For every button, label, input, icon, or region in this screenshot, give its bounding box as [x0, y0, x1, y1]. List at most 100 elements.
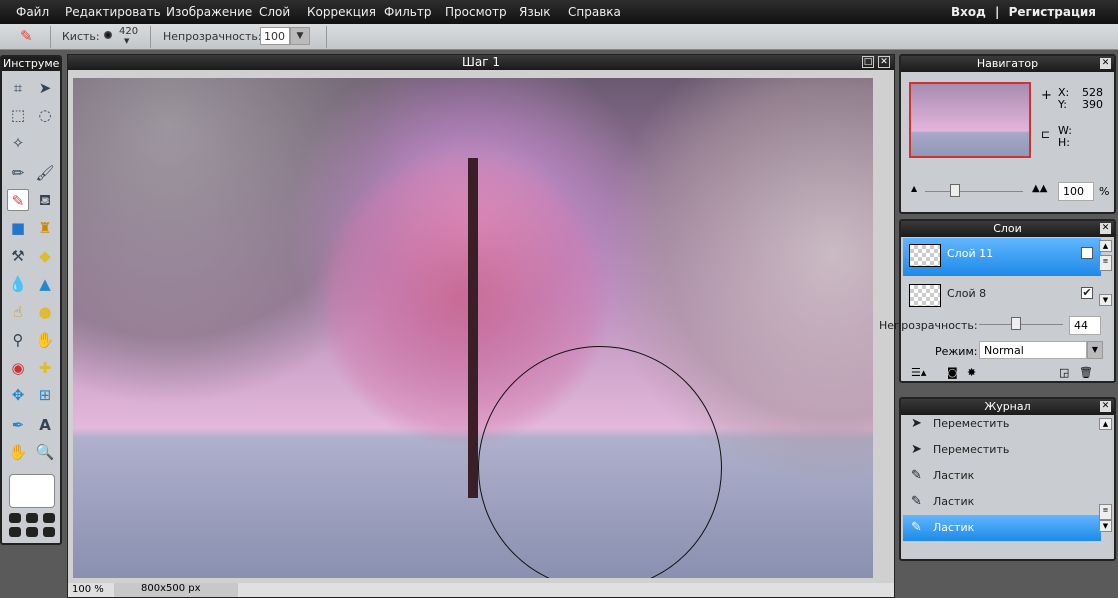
layer-settings-icon[interactable]: ☰▴	[911, 366, 926, 379]
chevron-down-icon[interactable]: ▼	[124, 37, 129, 45]
hand-tool-icon[interactable]: ✋	[7, 441, 29, 463]
image-canvas[interactable]	[73, 78, 873, 578]
menu-edit[interactable]: Редактировать	[65, 5, 161, 19]
swatch-icon[interactable]	[43, 513, 55, 523]
history-item[interactable]: ✎ Ластик	[903, 515, 1101, 541]
layer-row[interactable]: Слой 8 ✔	[903, 278, 1101, 316]
color-swatch[interactable]	[9, 474, 55, 508]
swatch-icon[interactable]	[26, 513, 38, 523]
menu-image[interactable]: Изображение	[166, 5, 252, 19]
history-item[interactable]: ✎ Ластик	[903, 463, 1101, 489]
chevron-down-icon[interactable]: ▼	[1087, 341, 1103, 359]
smudge-tool-icon[interactable]: ☝	[7, 301, 29, 323]
scroll-down-button[interactable]: ▼	[1099, 294, 1112, 306]
zoom-slider[interactable]	[925, 191, 1023, 192]
scroll-up-button[interactable]: ▲	[1099, 418, 1112, 430]
document-window: Шаг 1 □ ✕ 100 % 800x500 px	[67, 54, 895, 598]
close-icon[interactable]: ✕	[878, 56, 890, 68]
menu-help[interactable]: Справка	[568, 5, 621, 19]
close-icon[interactable]: ✕	[1100, 58, 1111, 69]
move-tool-icon[interactable]: ➤	[34, 77, 56, 99]
sharpen-tool-icon[interactable]: ▲	[34, 273, 56, 295]
zoom-out-icon[interactable]: ▲	[911, 184, 917, 193]
menu-file[interactable]: Файл	[16, 5, 49, 19]
opacity-dropdown-button[interactable]: ▼	[290, 27, 310, 45]
close-icon[interactable]: ✕	[1100, 223, 1111, 234]
wand-tool-icon[interactable]: ✧	[7, 132, 29, 154]
opacity-input[interactable]: 100	[260, 27, 290, 45]
blend-mode-label: Режим:	[935, 345, 978, 358]
sponge-tool-icon[interactable]: ●	[34, 301, 56, 323]
menu-filter[interactable]: Фильтр	[384, 5, 431, 19]
layer-opacity-handle[interactable]	[1011, 317, 1021, 330]
pinch-tool-icon[interactable]: ⊞	[34, 384, 56, 406]
layer-opacity-input[interactable]: 44	[1069, 316, 1101, 335]
history-item[interactable]: ➤ Переместить	[903, 437, 1101, 463]
history-item[interactable]: ✎ Ластик	[903, 489, 1101, 515]
zoom-tool-icon[interactable]: 🔍	[34, 441, 56, 463]
zoom-input[interactable]: 100	[1058, 182, 1094, 201]
swatch-icon[interactable]	[43, 527, 55, 537]
swatch-icon[interactable]	[9, 513, 21, 523]
marquee-tool-icon[interactable]: ⬚	[7, 104, 29, 126]
auth-separator: |	[995, 5, 1000, 19]
blend-mode-select[interactable]: Normal	[979, 341, 1087, 359]
zoom-level: 100 %	[72, 584, 104, 595]
navigator-thumbnail[interactable]	[909, 82, 1031, 158]
colorreplace-tool-icon[interactable]: ⚒	[7, 245, 29, 267]
stamp-tool-icon[interactable]: ♜	[34, 217, 56, 239]
register-link[interactable]: Регистрация	[1009, 5, 1096, 19]
scroll-down-button[interactable]: ▼	[1099, 520, 1112, 532]
crosshair-icon: +	[1041, 88, 1052, 103]
shape-tool-icon[interactable]: ◆	[34, 245, 56, 267]
blur-tool-icon[interactable]: 💧	[7, 273, 29, 295]
gradient-tool-icon[interactable]: ■	[7, 217, 29, 239]
scrollbar-thumb[interactable]: ≡	[1099, 255, 1112, 271]
zoom-slider-handle[interactable]	[950, 184, 960, 197]
brush-preview-icon[interactable]	[104, 31, 112, 39]
image-size: 800x500 px	[114, 583, 238, 597]
lasso-tool-icon[interactable]: ◌	[34, 104, 56, 126]
layer-visibility-checkbox[interactable]: ✔	[1081, 247, 1093, 259]
brush-size[interactable]: 420	[119, 26, 138, 37]
y-value: 390	[1082, 98, 1103, 111]
close-icon[interactable]: ✕	[1100, 401, 1111, 412]
layer-styles-icon[interactable]: ✸	[967, 366, 976, 379]
menu-view[interactable]: Просмотр	[445, 5, 507, 19]
spotheal-tool-icon[interactable]: ✚	[34, 357, 56, 379]
layer-visibility-checkbox[interactable]: ✔	[1081, 287, 1093, 299]
brush-tool-icon[interactable]: 🖌	[34, 162, 56, 184]
history-panel: Журнал ✕ ➤ Переместить ➤ Переместить ✎ Ласти…	[899, 397, 1116, 561]
scroll-up-button[interactable]: ▲	[1099, 240, 1112, 252]
eraser-tool-icon[interactable]: ✎	[7, 189, 29, 211]
menu-language[interactable]: Язык	[519, 5, 550, 19]
pencil-tool-icon[interactable]: ✏	[7, 162, 29, 184]
new-layer-icon[interactable]: ◲	[1059, 366, 1069, 379]
percent-label: %	[1099, 185, 1110, 198]
history-item[interactable]: ➤ Переместить	[903, 411, 1101, 437]
document-title: Шаг 1	[462, 55, 500, 69]
eraser-icon: ✎	[20, 27, 33, 45]
scrollbar-thumb[interactable]: ≡	[1099, 504, 1112, 520]
login-link[interactable]: Вход	[951, 5, 986, 19]
navigator-title: Навигатор	[976, 57, 1039, 70]
menu-layer[interactable]: Слой	[259, 5, 290, 19]
menu-adjustment[interactable]: Коррекция	[307, 5, 376, 19]
trash-icon[interactable]: 🗑	[1079, 366, 1093, 379]
swatch-icon[interactable]	[26, 527, 38, 537]
layer-row[interactable]: Слой 11 ✔	[903, 238, 1101, 276]
redeye-tool-icon[interactable]: ◉	[7, 357, 29, 379]
layer-mask-icon[interactable]: ◙	[947, 366, 958, 379]
crop-tool-icon[interactable]: ⌗	[7, 77, 29, 99]
maximize-icon[interactable]: □	[862, 56, 874, 68]
bloat-tool-icon[interactable]: ✥	[7, 384, 29, 406]
brush-label: Кисть:	[62, 30, 100, 43]
swatch-icon[interactable]	[9, 527, 21, 537]
burn-tool-icon[interactable]: ⚲	[7, 329, 29, 351]
bucket-tool-icon[interactable]: ⛾	[34, 189, 56, 211]
zoom-in-icon[interactable]: ▲▲	[1032, 183, 1047, 194]
dodge-tool-icon[interactable]: ✋	[34, 329, 56, 351]
text-tool-icon[interactable]: A	[34, 414, 56, 436]
layer-opacity-slider[interactable]	[979, 324, 1063, 325]
picker-tool-icon[interactable]: ✒	[7, 414, 29, 436]
